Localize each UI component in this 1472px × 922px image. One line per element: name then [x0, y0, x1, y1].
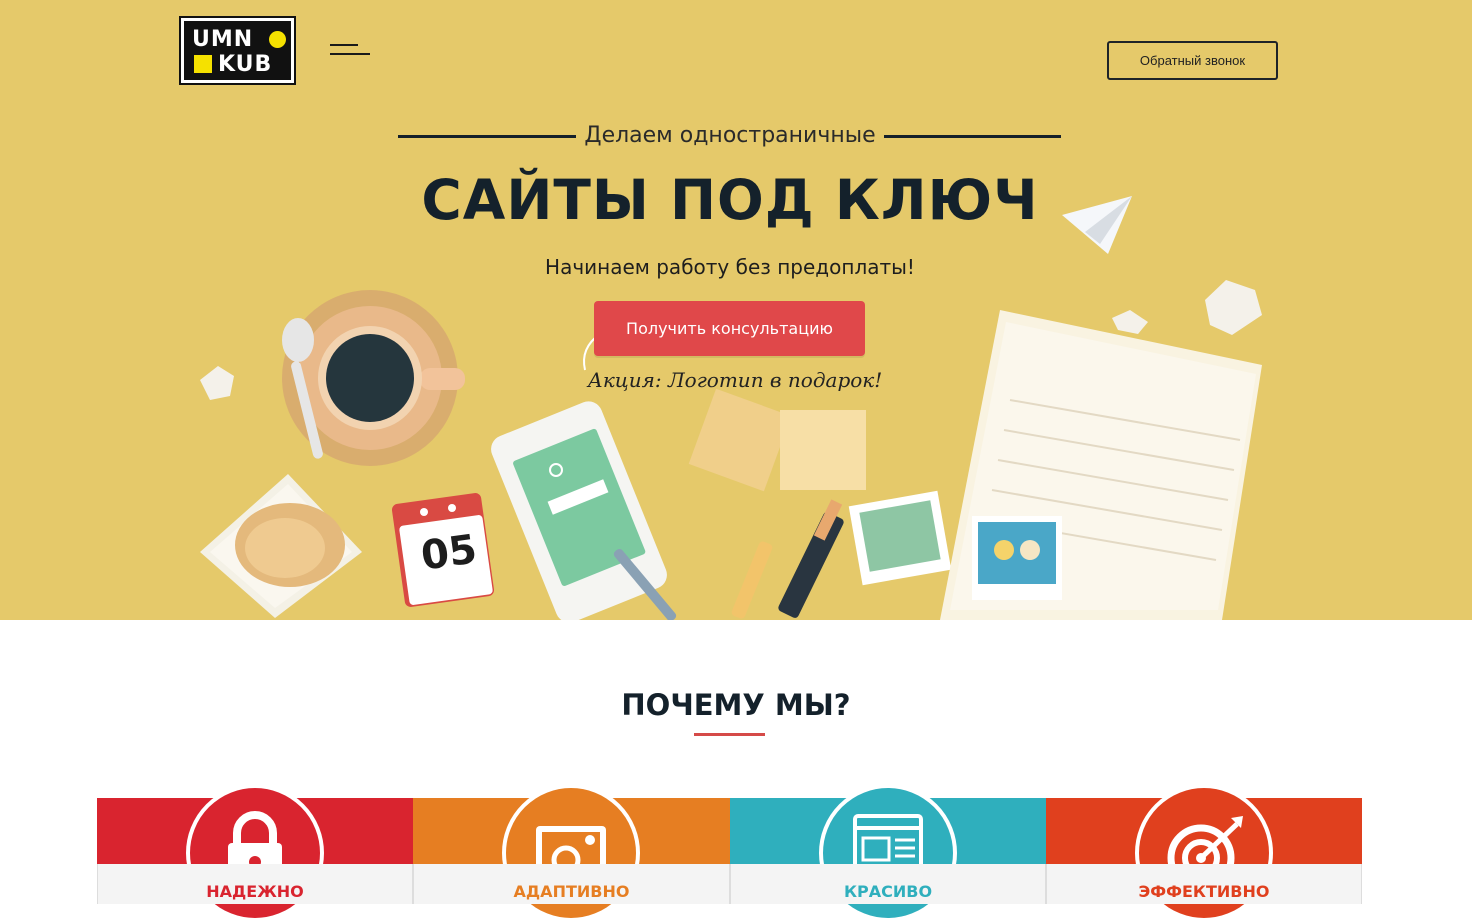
why-us-title: ПОЧЕМУ МЫ?	[621, 688, 851, 722]
menu-hamburger-icon[interactable]	[330, 42, 370, 58]
calendar-day: 05	[418, 526, 480, 580]
logo-dot	[269, 31, 286, 48]
photo-icon	[848, 490, 952, 586]
croissant-icon	[200, 474, 362, 618]
logo-square	[194, 55, 212, 73]
feature-reliable: НАДЕЖНО	[97, 784, 413, 922]
hero-subtitle: Делаем одностраничные	[584, 123, 876, 148]
feature-label: НАДЕЖНО	[206, 882, 304, 901]
sticky-note-icon	[688, 388, 792, 492]
hero-title: САЙТЫ ПОД КЛЮЧ	[421, 168, 1039, 232]
hero-tagline: Начинаем работу без предоплаты!	[545, 255, 915, 279]
feature-adaptive: АДАПТИВНО	[413, 784, 730, 922]
callback-button[interactable]: Обратный звонок	[1107, 41, 1278, 80]
feature-label: АДАПТИВНО	[513, 882, 630, 901]
hero-section: UMN KUB Обратный звонок Делаем одностран…	[0, 0, 1472, 620]
logo-text-top: UMN	[192, 27, 254, 52]
brand-logo[interactable]: UMN KUB	[179, 16, 296, 85]
logo-text-bottom: KUB	[218, 52, 273, 77]
feature-effective: ЭФФЕКТИВНО	[1046, 784, 1362, 922]
consultation-button[interactable]: Получить консультацию	[594, 301, 865, 356]
promo-text: Акция: Логотип в подарок!	[587, 368, 883, 392]
coffee-cup-icon	[282, 290, 465, 466]
crumpled-paper-icon	[1205, 280, 1262, 335]
photo-icon	[972, 516, 1062, 600]
feature-label: КРАСИВО	[843, 882, 933, 901]
subtitle-line-left	[398, 135, 576, 138]
feature-label: ЭФФЕКТИВНО	[1138, 882, 1270, 901]
crumpled-paper-icon	[200, 366, 234, 400]
feature-beautiful: КРАСИВО	[730, 784, 1046, 922]
title-underline	[694, 733, 765, 736]
subtitle-line-right	[884, 135, 1061, 138]
sticky-note-icon	[780, 410, 866, 490]
